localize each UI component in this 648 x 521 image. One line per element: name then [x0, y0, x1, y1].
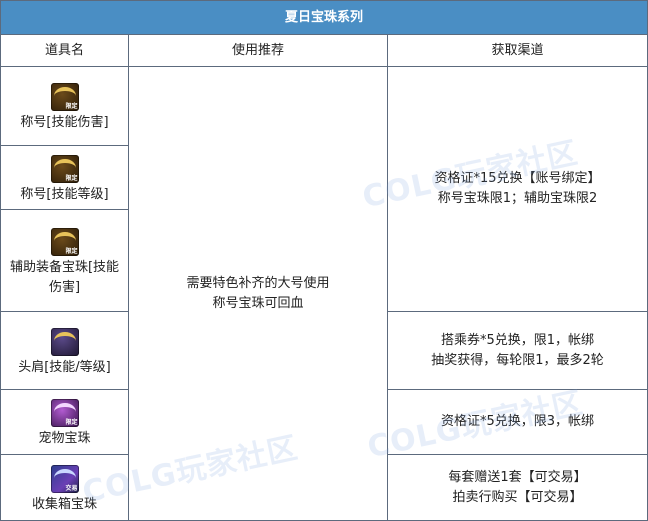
- pet-bead-limited-icon: 限定: [50, 399, 79, 427]
- item-name: 辅助装备宝珠[技能伤害]: [9, 259, 120, 295]
- collection-box-bead-trade-icon: 交易: [50, 464, 79, 493]
- item-name: 称号[技能等级]: [20, 186, 109, 202]
- title-row: 夏日宝珠系列: [0, 0, 648, 35]
- header-row: 道具名 使用推荐 获取渠道: [0, 34, 648, 67]
- item-cell: 头肩[技能/等级]: [0, 311, 129, 390]
- channel-line: 搭乘券*5兑换，限1，帐绑: [440, 332, 595, 348]
- item-cell: 限定 辅助装备宝珠[技能伤害]: [0, 209, 129, 312]
- item-cell: 限定 宠物宝珠: [0, 389, 129, 455]
- table-row: 限定 称号[技能伤害] 需要特色补齐的大号使用 称号宝珠可回血 资格证*15兑换…: [0, 66, 648, 521]
- channel-cell: 资格证*5兑换，限3，帐绑: [386, 389, 648, 455]
- recommendation-line: 称号宝珠可回血: [212, 295, 304, 311]
- channel-line: 称号宝珠限1；辅助宝珠限2: [437, 191, 598, 206]
- column-header-recommendation: 使用推荐: [128, 34, 388, 67]
- auxiliary-bead-limited-icon: 限定: [50, 227, 79, 256]
- item-name: 收集箱宝珠: [31, 496, 97, 512]
- channel-line: 每套赠送1套【可交易】: [448, 469, 587, 485]
- channel-line: 抽奖获得，每轮限1，最多2轮: [431, 352, 604, 368]
- title-bead-limited-icon: 限定: [50, 154, 79, 183]
- column-header-item-name: 道具名: [0, 34, 129, 67]
- channel-cell: 搭乘券*5兑换，限1，帐绑 抽奖获得，每轮限1，最多2轮: [386, 311, 648, 390]
- channel-cell: 资格证*15兑换【账号绑定】 称号宝珠限1；辅助宝珠限2: [386, 66, 648, 312]
- recommendation-cell: 需要特色补齐的大号使用 称号宝珠可回血: [128, 66, 388, 521]
- bead-series-table: 夏日宝珠系列 道具名 使用推荐 获取渠道 限定 称号[技能伤害] 需要特色补齐的…: [0, 0, 648, 521]
- item-cell: 限定 称号[技能伤害]: [0, 66, 129, 146]
- channel-line: 资格证*5兑换，限3，帐绑: [440, 414, 595, 429]
- item-name: 头肩[技能/等级]: [18, 359, 111, 375]
- recommendation-line: 需要特色补齐的大号使用: [186, 275, 330, 291]
- item-cell: 限定 称号[技能等级]: [0, 145, 129, 210]
- table-title: 夏日宝珠系列: [0, 0, 648, 35]
- page: 夏日宝珠系列 道具名 使用推荐 获取渠道 限定 称号[技能伤害] 需要特色补齐的…: [0, 0, 648, 521]
- channel-cell: 每套赠送1套【可交易】 拍卖行购买【可交易】: [386, 454, 648, 521]
- channel-line: 拍卖行购买【可交易】: [452, 489, 583, 505]
- column-header-channel: 获取渠道: [386, 34, 648, 67]
- shoulder-bead-icon: [50, 327, 79, 356]
- channel-line: 资格证*15兑换【账号绑定】: [434, 171, 601, 186]
- item-name: 称号[技能伤害]: [20, 115, 109, 130]
- title-bead-limited-icon: 限定: [50, 83, 79, 111]
- item-name: 宠物宝珠: [38, 431, 91, 446]
- item-cell: 交易 收集箱宝珠: [0, 454, 129, 521]
